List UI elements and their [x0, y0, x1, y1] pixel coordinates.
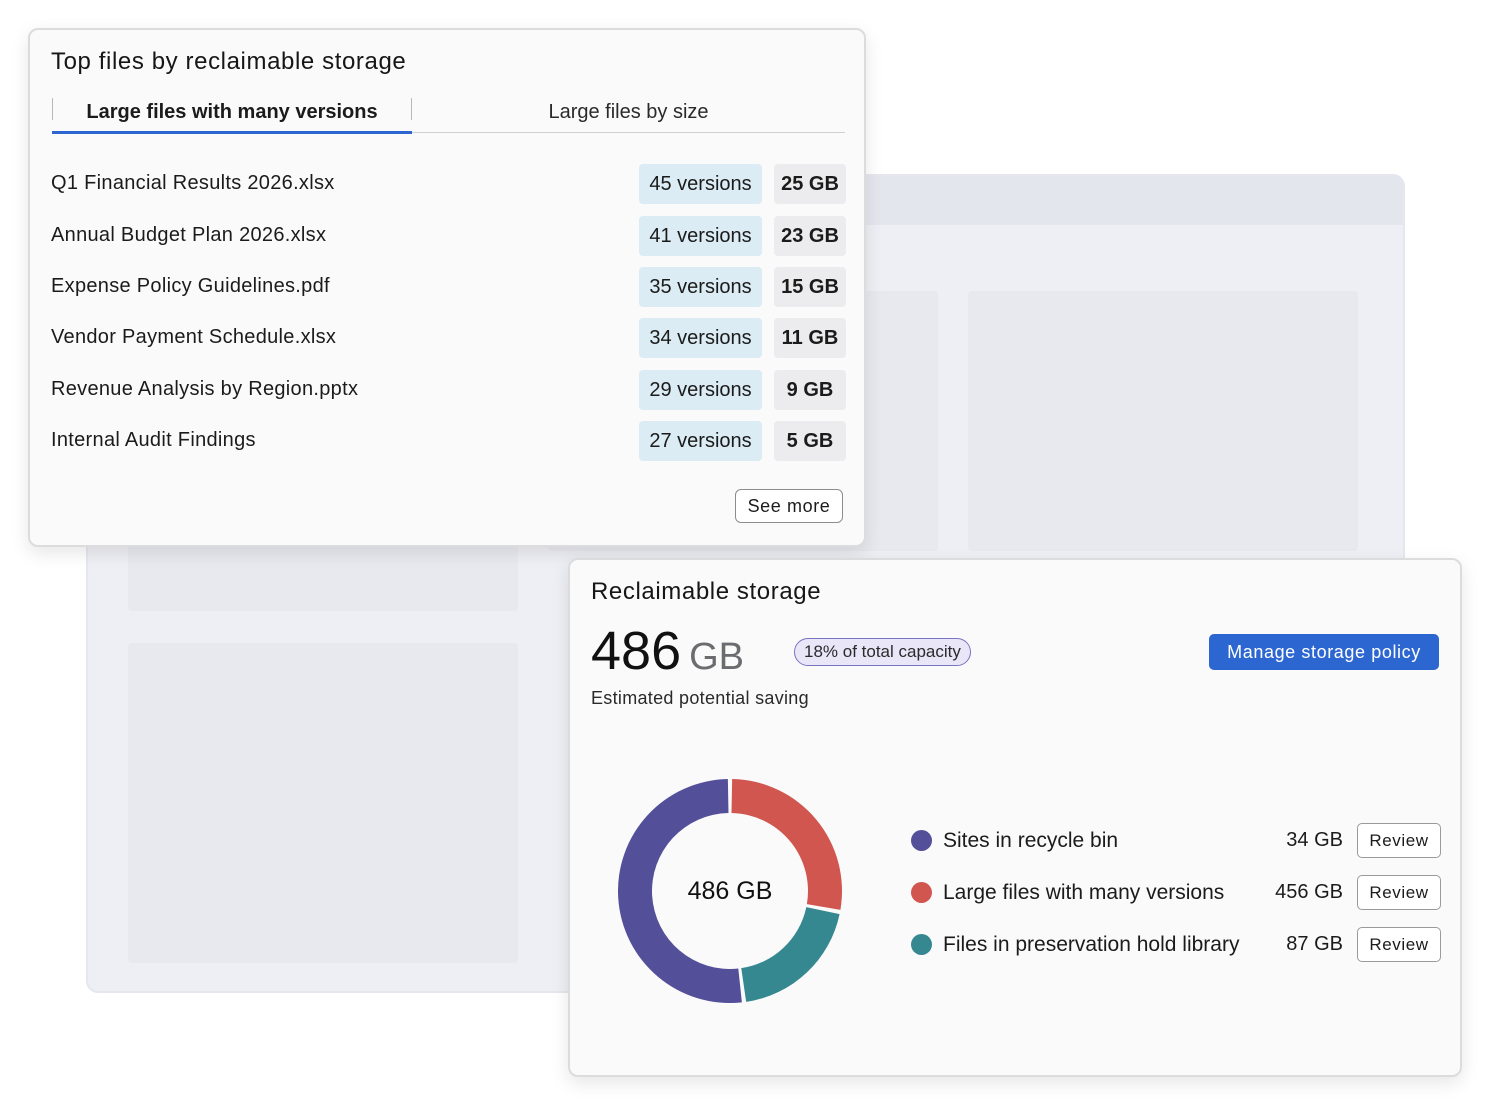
manage-storage-policy-button[interactable]: Manage storage policy	[1209, 634, 1439, 670]
donut-center-label: 486 GB	[687, 877, 773, 905]
estimated-saving-label: Estimated potential saving	[591, 688, 809, 708]
versions-badge: 45 versions	[639, 164, 762, 204]
legend-value: 456 GB	[1275, 881, 1343, 903]
versions-badge: 29 versions	[639, 370, 762, 410]
donut-chart: 486 GB	[617, 778, 843, 1004]
size-badge: 9 GB	[774, 370, 846, 410]
legend-dot	[911, 882, 932, 903]
card-title: Reclaimable storage	[591, 578, 822, 605]
versions-badge: 35 versions	[639, 267, 762, 307]
file-name: Q1 Financial Results 2026.xlsx	[51, 172, 335, 194]
card-title: Top files by reclaimable storage	[51, 48, 407, 75]
versions-badge: 34 versions	[639, 318, 762, 358]
file-name: Annual Budget Plan 2026.xlsx	[51, 224, 327, 246]
file-name: Revenue Analysis by Region.pptx	[51, 378, 359, 400]
legend-value: 34 GB	[1286, 829, 1343, 851]
size-badge: 11 GB	[774, 318, 846, 358]
tab-label: Large files by size	[548, 101, 709, 123]
file-row[interactable]: Expense Policy Guidelines.pdf 35 version…	[51, 267, 846, 307]
file-row[interactable]: Revenue Analysis by Region.pptx 29 versi…	[51, 370, 846, 410]
legend-label: Sites in recycle bin	[943, 829, 1119, 852]
file-name: Internal Audit Findings	[51, 429, 256, 451]
tab-large-files-many-versions[interactable]: Large files with many versions	[52, 96, 412, 134]
tab-large-files-by-size[interactable]: Large files by size	[412, 96, 845, 132]
legend-item-preservation-hold: Files in preservation hold library 87 GB…	[910, 927, 1441, 963]
legend-item-recycle-bin: Sites in recycle bin 34 GB Review	[910, 823, 1441, 859]
legend-item-many-versions: Large files with many versions 456 GB Re…	[910, 875, 1441, 911]
size-badge: 5 GB	[774, 421, 846, 461]
file-row[interactable]: Q1 Financial Results 2026.xlsx 45 versio…	[51, 164, 846, 204]
value-unit: GB	[689, 636, 745, 678]
see-more-button[interactable]: See more	[735, 489, 843, 523]
size-badge: 15 GB	[774, 267, 846, 307]
legend-dot	[911, 830, 932, 851]
value-number: 486	[591, 621, 682, 681]
review-button[interactable]: Review	[1357, 927, 1441, 962]
capacity-badge: 18% of total capacity	[794, 638, 971, 666]
versions-badge: 27 versions	[639, 421, 762, 461]
versions-badge: 41 versions	[639, 216, 762, 256]
active-tab-indicator	[52, 131, 412, 134]
total-reclaimable-value: 486 GB	[591, 620, 744, 682]
review-button[interactable]: Review	[1357, 875, 1441, 910]
file-row[interactable]: Vendor Payment Schedule.xlsx 34 versions…	[51, 318, 846, 358]
legend-label: Large files with many versions	[943, 881, 1225, 904]
legend-dot	[911, 934, 932, 955]
legend-value: 87 GB	[1286, 933, 1343, 955]
reclaimable-storage-card: Reclaimable storage 486 GB 18% of total c…	[568, 558, 1462, 1077]
review-button[interactable]: Review	[1357, 823, 1441, 858]
file-name: Vendor Payment Schedule.xlsx	[51, 326, 337, 348]
tab-bar: Large files with many versions Large fil…	[52, 96, 845, 134]
tab-label: Large files with many versions	[86, 101, 378, 123]
legend-label: Files in preservation hold library	[943, 933, 1240, 956]
background-pane	[968, 291, 1358, 551]
file-name: Expense Policy Guidelines.pdf	[51, 275, 330, 297]
file-row[interactable]: Internal Audit Findings 27 versions 5 GB	[51, 421, 846, 461]
background-pane	[128, 643, 518, 963]
top-files-card: Top files by reclaimable storage Large f…	[28, 28, 866, 547]
size-badge: 25 GB	[774, 164, 846, 204]
file-row[interactable]: Annual Budget Plan 2026.xlsx 41 versions…	[51, 216, 846, 256]
size-badge: 23 GB	[774, 216, 846, 256]
